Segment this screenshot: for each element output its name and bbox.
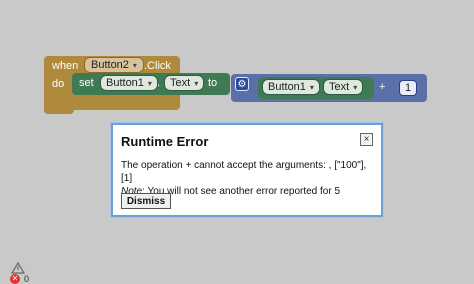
chevron-down-icon: ▾ <box>147 78 152 88</box>
chevron-down-icon: ▾ <box>309 82 314 92</box>
set-component-dropdown[interactable]: Button1 ▾ <box>100 75 158 91</box>
set-property-block[interactable]: set Button1 ▾ . Text ▾ to <box>72 73 230 95</box>
event-component-label: Button2 <box>91 59 129 71</box>
set-dot: . <box>157 77 161 89</box>
dismiss-button[interactable]: Dismiss <box>121 193 171 209</box>
event-block-notch <box>44 106 74 114</box>
event-component-dropdown[interactable]: Button2 ▾ <box>84 57 144 73</box>
set-component-label: Button1 <box>106 77 144 89</box>
to-label: to <box>208 77 218 89</box>
addition-block[interactable]: ⚙ Button1 ▾ . Text ▾ + 1 <box>231 74 427 102</box>
chevron-down-icon: ▾ <box>132 60 137 70</box>
set-label: set <box>79 77 94 89</box>
event-name: .Click <box>144 60 171 72</box>
getter-component-label: Button1 <box>268 81 306 93</box>
plus-operator: + <box>379 81 386 93</box>
gear-icon[interactable]: ⚙ <box>235 77 249 91</box>
getter-property-label: Text <box>329 81 350 93</box>
warning-icon[interactable] <box>11 262 25 274</box>
number-field[interactable]: 1 <box>399 80 417 96</box>
do-label: do <box>52 78 65 90</box>
set-property-label: Text <box>170 77 191 89</box>
dialog-title: Runtime Error <box>121 134 209 149</box>
getter-dot: . <box>317 81 321 93</box>
set-property-dropdown[interactable]: Text ▾ <box>164 75 205 91</box>
getter-block[interactable]: Button1 ▾ . Text ▾ <box>258 77 374 99</box>
error-message-line: The operation + cannot accept the argume… <box>121 160 367 184</box>
when-label: when <box>52 60 79 72</box>
chevron-down-icon: ▾ <box>194 78 199 88</box>
close-icon[interactable]: × <box>360 133 373 146</box>
getter-property-dropdown[interactable]: Text ▾ <box>323 79 364 95</box>
getter-component-dropdown[interactable]: Button1 ▾ <box>262 79 320 95</box>
runtime-error-dialog: Runtime Error × The operation + cannot a… <box>111 123 383 217</box>
chevron-down-icon: ▾ <box>353 82 358 92</box>
number-value: 1 <box>404 82 412 94</box>
